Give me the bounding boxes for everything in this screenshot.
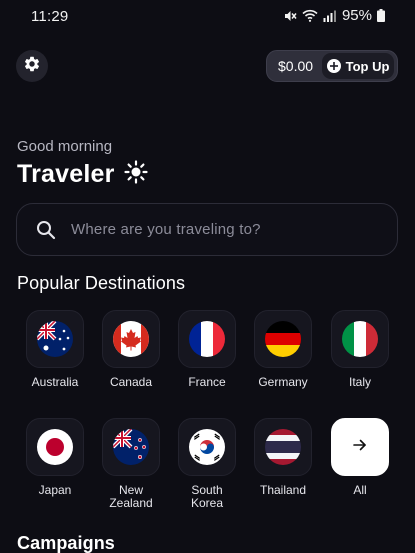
destination-tile: [26, 418, 84, 476]
settings-button[interactable]: [16, 50, 48, 82]
destination-tile: [102, 310, 160, 368]
username-row: Traveler: [17, 160, 148, 189]
campaigns-title: Campaigns: [17, 533, 115, 553]
destination-tile: [254, 310, 312, 368]
battery-icon: [377, 9, 385, 22]
australia-flag-icon: [37, 321, 73, 357]
battery-level: 95%: [341, 7, 372, 24]
destination-france[interactable]: France: [169, 310, 245, 389]
popular-destinations-title: Popular Destinations: [17, 273, 186, 293]
canada-flag-icon: [113, 321, 149, 357]
wallet-balance: $0.00: [278, 58, 314, 74]
destination-thailand[interactable]: Thailand: [245, 418, 321, 497]
destination-tile: [102, 418, 160, 476]
destination-label: South Korea: [190, 483, 224, 510]
destination-label: Germany: [258, 375, 308, 389]
destination-label: Australia: [31, 375, 79, 389]
destination-canada[interactable]: Canada: [93, 310, 169, 389]
arrow-right-icon: [352, 437, 368, 458]
destination-japan[interactable]: Japan: [17, 418, 93, 497]
france-flag-icon: [189, 321, 225, 357]
status-bar: 11:29 95%: [0, 0, 415, 34]
destination-label: New Zealand: [109, 483, 153, 510]
top-up-button[interactable]: Top Up: [322, 53, 394, 79]
all-destinations-tile: [331, 418, 389, 476]
signal-icon: [323, 10, 337, 22]
search-placeholder: Where are you traveling to?: [71, 221, 261, 238]
destination-south-korea[interactable]: South Korea: [169, 418, 245, 510]
plus-circle-icon: [326, 59, 341, 73]
destination-label: All: [353, 483, 367, 497]
status-time: 11:29: [31, 8, 69, 25]
app-screen: 11:29 95% $0.00 Top Up Good morning Trav…: [0, 0, 415, 553]
destination-label: Japan: [38, 483, 72, 497]
japan-flag-icon: [37, 429, 73, 465]
destination-label: Thailand: [259, 483, 307, 497]
new-zealand-flag-icon: [113, 429, 149, 465]
username: Traveler: [17, 160, 115, 188]
sun-icon: [123, 160, 148, 189]
destination-germany[interactable]: Germany: [245, 310, 321, 389]
destination-tile: [178, 418, 236, 476]
destination-label: France: [188, 375, 226, 389]
top-up-label: Top Up: [345, 58, 390, 74]
destination-label: Italy: [348, 375, 371, 389]
status-icons: 95%: [283, 7, 385, 24]
search-input[interactable]: Where are you traveling to?: [16, 203, 398, 256]
destination-tile: [26, 310, 84, 368]
destination-new-zealand[interactable]: New Zealand: [93, 418, 169, 510]
destination-all[interactable]: All: [322, 418, 398, 497]
germany-flag-icon: [265, 321, 301, 357]
destination-label: Canada: [109, 375, 153, 389]
italy-flag-icon: [342, 321, 378, 357]
destination-tile: [331, 310, 389, 368]
wallet-pill: $0.00 Top Up: [266, 50, 398, 82]
destination-tile: [254, 418, 312, 476]
thailand-flag-icon: [265, 429, 301, 465]
wifi-icon: [302, 9, 318, 22]
south-korea-flag-icon: [189, 429, 225, 465]
destination-australia[interactable]: Australia: [17, 310, 93, 389]
destination-italy[interactable]: Italy: [322, 310, 398, 389]
mute-icon: [283, 9, 297, 23]
search-icon: [36, 220, 56, 240]
greeting-text: Good morning: [17, 138, 113, 155]
destination-tile: [178, 310, 236, 368]
gear-icon: [23, 55, 41, 78]
